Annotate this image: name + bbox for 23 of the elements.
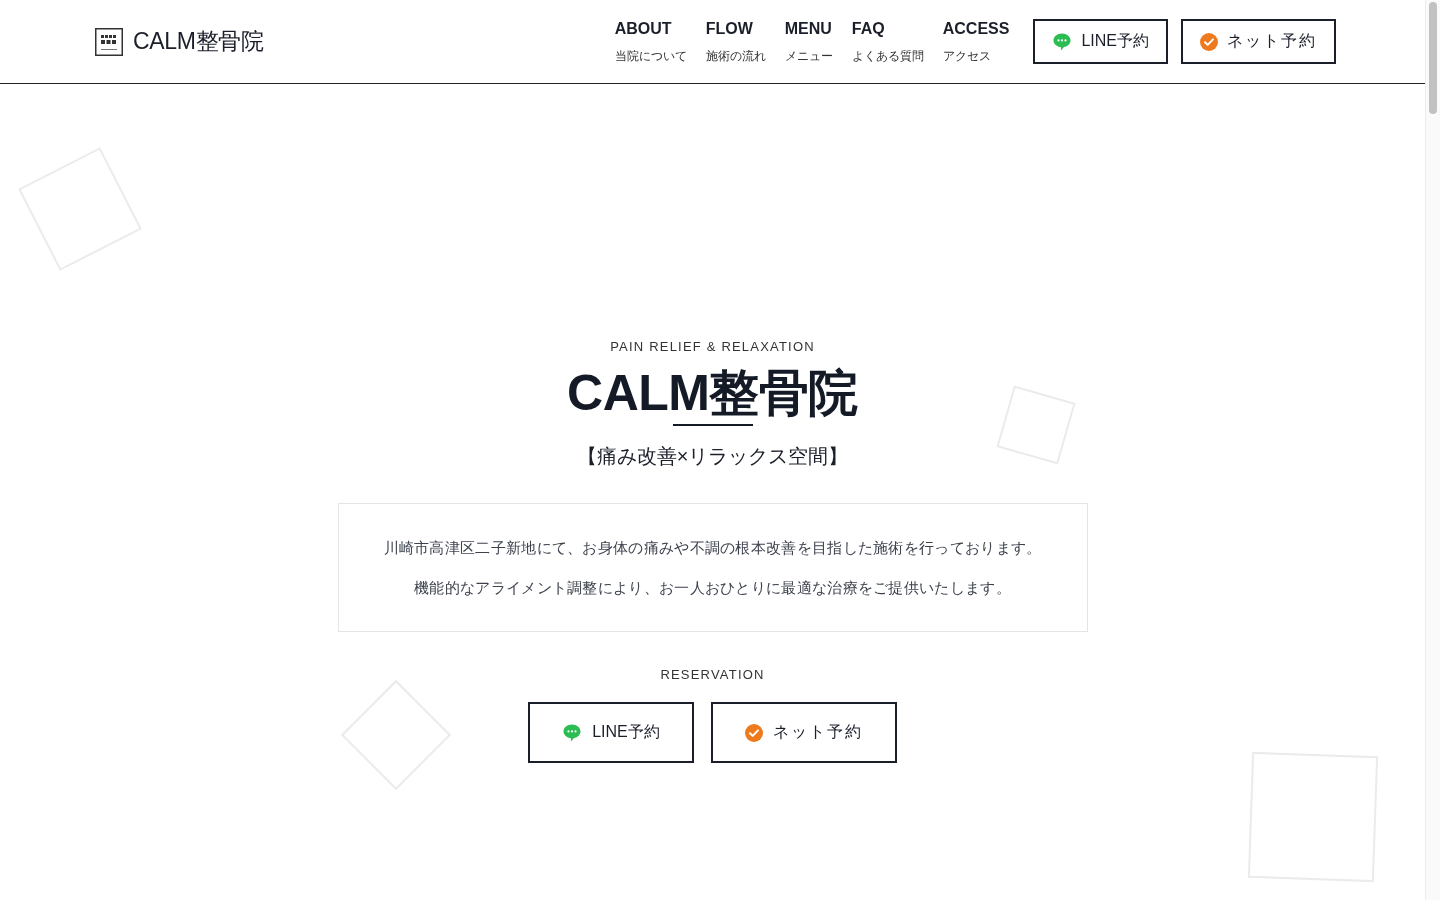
logo-icon — [95, 27, 123, 56]
nav-link[interactable]: FAQ よくある質問 — [851, 19, 924, 64]
intro-text: 川崎市高津区二子新地にて、お身体の痛みや不調の根本改善を目指した施術を行っております。 — [383, 538, 1042, 558]
nav-link[interactable]: ABOUT 当院について — [614, 19, 687, 64]
logo-text[interactable]: CALM整骨院 — [133, 26, 264, 57]
line-reserve-button[interactable]: LINE予約 — [1033, 19, 1168, 64]
hero-eyebrow: PAIN RELIEF & RELAXATION — [610, 339, 815, 355]
hero-title: CALM整骨院 — [567, 364, 858, 423]
scrollbar-thumb[interactable] — [1429, 2, 1437, 114]
intro-text: 機能的なアライメント調整により、お一人おひとりに最適な治療をご提供いたします。 — [414, 578, 1011, 598]
reservation-heading: RESERVATION — [660, 667, 765, 683]
nav-link[interactable]: ACCESS アクセス — [942, 19, 1010, 64]
scrollbar[interactable] — [1425, 0, 1440, 900]
check-circle-icon — [1200, 32, 1218, 51]
nav-link[interactable]: MENU メニュー — [784, 19, 833, 64]
web-reserve-button[interactable]: ネット予約 — [710, 702, 897, 763]
web-reserve-button[interactable]: ネット予約 — [1181, 19, 1336, 64]
nav-link[interactable]: FLOW 施術の流れ — [705, 19, 766, 64]
chat-bubble-icon — [562, 722, 583, 743]
check-circle-icon — [744, 723, 763, 742]
line-reserve-button[interactable]: LINE予約 — [528, 702, 694, 763]
hero-subtitle: 【痛み改善×リラックス空間】 — [576, 444, 849, 468]
chat-bubble-icon — [1052, 31, 1073, 52]
